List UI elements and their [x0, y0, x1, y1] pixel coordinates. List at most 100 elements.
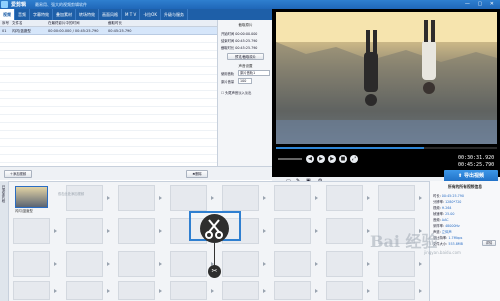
preview-cut-button[interactable]: 预览/截取原片 — [227, 53, 264, 60]
transition-arrow-icon[interactable] — [315, 289, 318, 293]
storyboard-slot[interactable] — [118, 281, 155, 300]
storyboard-slot[interactable] — [378, 281, 415, 300]
col-filename[interactable]: 文件名 — [10, 20, 46, 26]
transition-arrow-icon[interactable] — [315, 196, 318, 200]
clip-thumbnail[interactable] — [15, 186, 48, 208]
transition-arrow-icon[interactable] — [107, 289, 110, 293]
transition-arrow-icon[interactable] — [107, 196, 110, 200]
storyboard-slot[interactable] — [66, 185, 103, 211]
add-placeholder[interactable]: 双击此处添加视频 — [56, 191, 86, 196]
transition-arrow-icon[interactable] — [263, 196, 266, 200]
storyboard-slot[interactable] — [170, 251, 207, 277]
tab-upgrade[interactable]: 升级与服务 — [161, 9, 188, 20]
window-controls[interactable]: — ▢ ✕ — [465, 1, 497, 7]
progress-fill — [276, 147, 425, 149]
fullscreen-icon[interactable]: ⤢ — [350, 155, 358, 163]
col-timeline[interactable]: 在最终影片中的时间 — [46, 20, 106, 26]
fade-checkbox[interactable]: ☐ 头尾声音淡入淡出 — [221, 90, 251, 95]
audio-track-select[interactable]: 原片音轨1 — [238, 70, 270, 76]
storyboard-slot[interactable] — [170, 185, 207, 211]
cut-marker-icon[interactable]: ✂ — [208, 265, 221, 278]
tab-style[interactable]: 画面风格 — [99, 9, 122, 20]
app-title: 爱剪辑 — [11, 2, 27, 8]
info-key: 时长 — [433, 194, 440, 198]
transition-arrow-icon[interactable] — [159, 262, 162, 266]
transition-arrow-icon[interactable] — [315, 262, 318, 266]
transition-arrow-icon[interactable] — [419, 262, 422, 266]
add-video-label: 添加视频 — [13, 172, 27, 176]
tab-subtitle[interactable]: 字幕特效 — [30, 9, 53, 20]
storyboard-slot[interactable] — [274, 251, 311, 277]
tab-karaoke[interactable]: 卡拉OK — [140, 9, 161, 20]
col-duration[interactable]: 截取时长 — [106, 20, 146, 26]
transition-arrow-icon[interactable] — [54, 229, 57, 233]
storyboard-slot[interactable] — [66, 281, 103, 300]
storyboard-slot[interactable] — [378, 251, 415, 277]
transition-arrow-icon[interactable] — [159, 229, 162, 233]
transition-arrow-icon[interactable] — [159, 289, 162, 293]
storyboard-slot[interactable] — [13, 251, 50, 277]
stop-icon[interactable]: ■ — [339, 155, 347, 163]
tab-video[interactable]: 视频 — [0, 9, 15, 20]
transition-arrow-icon[interactable] — [54, 262, 57, 266]
transition-arrow-icon[interactable] — [211, 289, 214, 293]
storyboard-slot[interactable] — [274, 281, 311, 300]
transition-arrow-icon[interactable] — [367, 289, 370, 293]
transition-arrow-icon[interactable] — [54, 289, 57, 293]
transition-arrow-icon[interactable] — [315, 229, 318, 233]
next-icon[interactable]: ▶ — [328, 155, 336, 163]
transition-arrow-icon[interactable] — [367, 196, 370, 200]
col-index[interactable]: 序号 — [0, 20, 10, 26]
storyboard-slot[interactable] — [66, 218, 103, 244]
transition-arrow-icon[interactable] — [211, 196, 214, 200]
transition-arrow-icon[interactable] — [107, 262, 110, 266]
end-time-row[interactable]: 结束时间 00:45:25.790 — [221, 38, 257, 43]
volume-slider[interactable] — [278, 158, 302, 160]
transition-arrow-icon[interactable] — [419, 289, 422, 293]
storyboard-slot[interactable] — [170, 281, 207, 300]
tab-audio[interactable]: 音频 — [15, 9, 30, 20]
storyboard-slot[interactable] — [118, 218, 155, 244]
scissors-icon[interactable] — [200, 214, 229, 243]
delete-button[interactable]: ✖删除 — [186, 170, 208, 178]
info-row: 视频: H.264 — [433, 206, 452, 210]
end-time-value[interactable]: 00:45:25.790 — [235, 39, 257, 43]
storyboard-side-tab[interactable]: 已添加片段 — [0, 181, 9, 301]
storyboard-slot[interactable] — [222, 281, 259, 300]
storyboard-slot[interactable] — [222, 251, 259, 277]
storyboard-slot[interactable] — [13, 281, 50, 300]
tab-transition[interactable]: 转场特效 — [76, 9, 99, 20]
play-icon[interactable]: ▶ — [317, 155, 325, 163]
storyboard-slot[interactable] — [326, 218, 363, 244]
storyboard-slot[interactable] — [66, 251, 103, 277]
storyboard-slot[interactable] — [274, 218, 311, 244]
storyboard-slot[interactable] — [118, 185, 155, 211]
clip-list[interactable] — [0, 35, 217, 165]
start-time-value[interactable]: 00:00:00.000 — [235, 32, 257, 36]
transition-arrow-icon[interactable] — [263, 289, 266, 293]
transition-arrow-icon[interactable] — [367, 262, 370, 266]
add-video-button[interactable]: ＋添加视频 — [4, 170, 32, 178]
storyboard-slot[interactable] — [378, 185, 415, 211]
video-preview[interactable] — [276, 12, 497, 144]
table-row[interactable]: 01 闪闪(蓝魔型 00:00:00.000 / 00:45:25.790 00… — [0, 27, 217, 35]
volume-stepper[interactable]: 100 — [238, 78, 252, 84]
transition-arrow-icon[interactable] — [263, 262, 266, 266]
transition-arrow-icon[interactable] — [263, 229, 266, 233]
storyboard-slot[interactable] — [326, 251, 363, 277]
storyboard-slot[interactable] — [222, 185, 259, 211]
storyboard-slot[interactable] — [326, 281, 363, 300]
storyboard-slot[interactable] — [13, 218, 50, 244]
transition-arrow-icon[interactable] — [107, 229, 110, 233]
tab-overlay[interactable]: 叠加素材 — [53, 9, 76, 20]
transition-arrow-icon[interactable] — [159, 196, 162, 200]
tab-mtv[interactable]: M T V — [122, 9, 141, 20]
details-button[interactable]: 详情 — [482, 240, 496, 246]
prev-icon[interactable]: ◀ — [306, 155, 314, 163]
storyboard-slot[interactable] — [326, 185, 363, 211]
start-time-row[interactable]: 开始时间 00:00:00.000 — [221, 31, 257, 36]
transition-arrow-icon[interactable] — [419, 196, 422, 200]
storyboard-slot[interactable] — [274, 185, 311, 211]
playback-progress[interactable] — [276, 147, 497, 149]
storyboard-slot[interactable] — [118, 251, 155, 277]
